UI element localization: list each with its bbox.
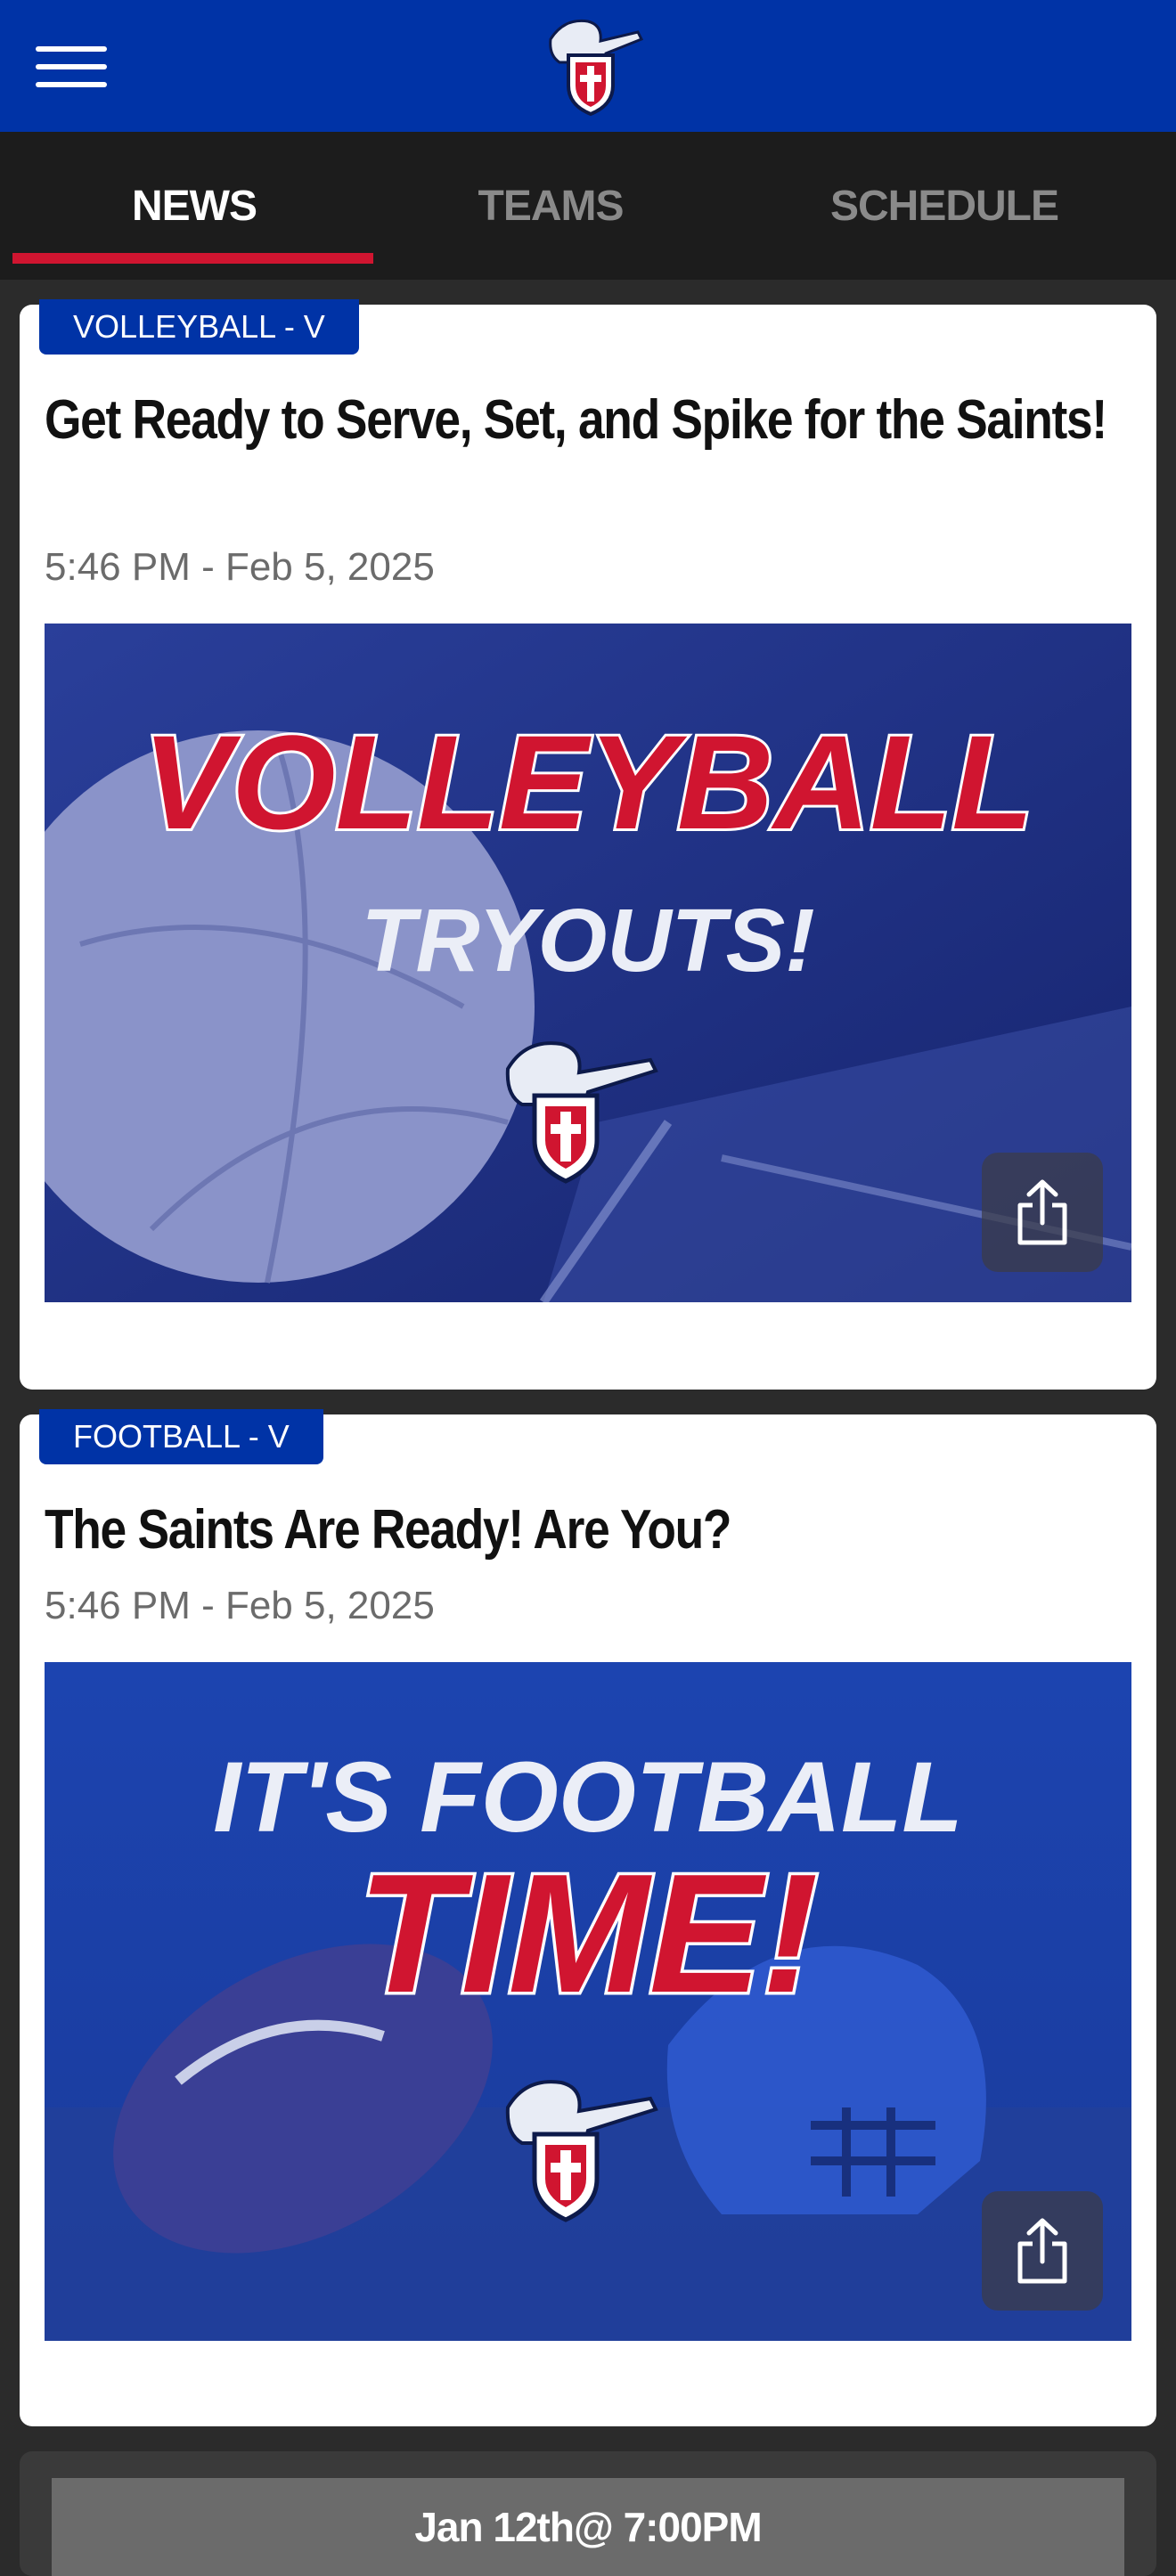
schedule-card[interactable]: Jan 12th@ 7:00PM xyxy=(20,2451,1156,2576)
schedule-card-banner: Jan 12th@ 7:00PM xyxy=(52,2478,1124,2576)
saints-knight-logo[interactable] xyxy=(524,12,657,119)
top-app-bar xyxy=(0,0,1176,132)
share-icon xyxy=(1017,1179,1067,1245)
news-timestamp: 5:46 PM - Feb 5, 2025 xyxy=(45,1584,435,1627)
news-card[interactable]: VOLLEYBALL - V Get Ready to Serve, Set, … xyxy=(20,299,1156,1390)
tab-schedule[interactable]: SCHEDULE xyxy=(757,132,1131,280)
sport-badge[interactable]: FOOTBALL - V xyxy=(39,1409,323,1464)
image-headline-line2: TRYOUTS! xyxy=(361,891,814,990)
active-tab-indicator xyxy=(12,253,373,264)
news-title[interactable]: The Saints Are Ready! Are You? xyxy=(45,1495,1117,1566)
news-title[interactable]: Get Ready to Serve, Set, and Spike for t… xyxy=(45,385,1117,456)
hamburger-menu-icon[interactable] xyxy=(36,46,107,87)
tab-teams[interactable]: TEAMS xyxy=(363,132,738,280)
news-card[interactable]: FOOTBALL - V The Saints Are Ready! Are Y… xyxy=(20,1409,1156,2426)
game-datetime: Jan 12th@ 7:00PM xyxy=(414,2504,762,2550)
image-headline-line2: TIME! xyxy=(357,1839,818,2028)
sport-badge[interactable]: VOLLEYBALL - V xyxy=(39,299,359,355)
tab-bar: NEWS TEAMS SCHEDULE xyxy=(0,132,1176,280)
share-icon xyxy=(1017,2218,1067,2284)
share-button[interactable] xyxy=(982,1153,1103,1272)
news-image[interactable]: IT'S FOOTBALL TIME! xyxy=(45,1662,1131,2341)
image-headline-line1: IT'S FOOTBALL xyxy=(213,1741,963,1853)
news-image[interactable]: VOLLEYBALL TRYOUTS! xyxy=(45,624,1131,1302)
image-headline-line1: VOLLEYBALL xyxy=(143,707,1033,857)
share-button[interactable] xyxy=(982,2191,1103,2311)
news-timestamp: 5:46 PM - Feb 5, 2025 xyxy=(45,545,435,589)
